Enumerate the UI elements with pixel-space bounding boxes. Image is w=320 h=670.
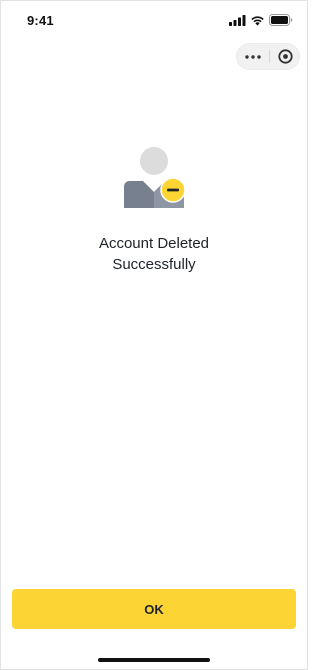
signal-icon	[229, 14, 246, 26]
user-removed-icon	[121, 145, 191, 211]
more-button[interactable]	[237, 44, 269, 69]
home-indicator[interactable]	[98, 658, 210, 662]
more-icon	[245, 54, 261, 59]
mini-program-capsule	[236, 43, 300, 70]
close-button[interactable]	[270, 44, 300, 69]
close-icon	[277, 49, 293, 64]
message-line-1: Account Deleted	[98, 235, 210, 252]
battery-icon	[269, 14, 293, 26]
status-bar: 9:41	[1, 1, 307, 41]
status-icons	[229, 13, 293, 27]
status-time: 9:41	[27, 13, 54, 28]
app-screen: 9:41 Account Deleted Successfully OK	[0, 0, 308, 670]
message-line-2: Successfully	[112, 256, 196, 273]
success-message: Account Deleted Successfully	[1, 233, 307, 275]
wifi-icon	[250, 15, 265, 26]
ok-button[interactable]: OK	[12, 589, 296, 629]
